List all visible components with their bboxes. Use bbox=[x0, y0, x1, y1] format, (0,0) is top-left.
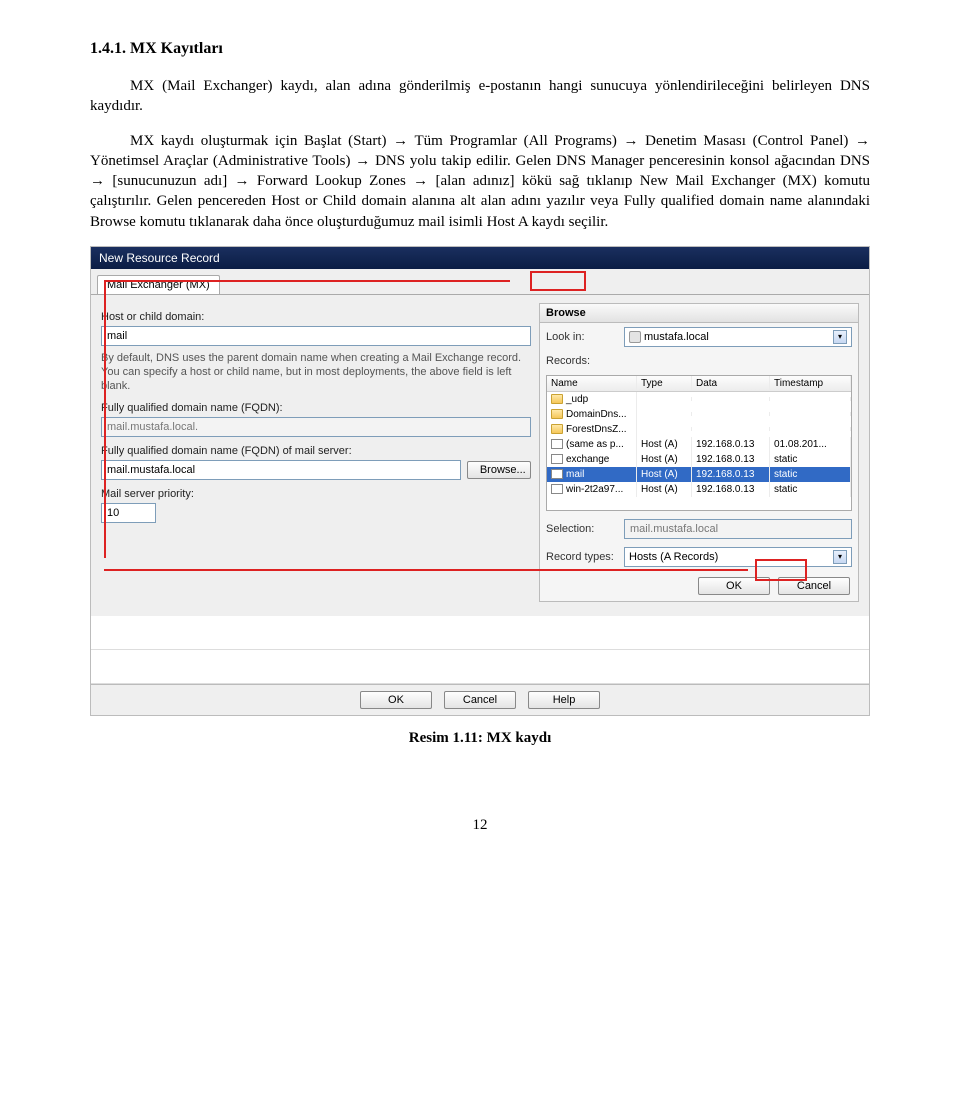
tab-mx[interactable]: Mail Exchanger (MX) bbox=[97, 275, 220, 294]
screenshot-container: New Resource Record Mail Exchanger (MX) … bbox=[90, 246, 870, 716]
row-type bbox=[637, 412, 692, 416]
lookin-value: mustafa.local bbox=[644, 331, 709, 343]
lookin-label: Look in: bbox=[546, 331, 618, 343]
row-type: Host (A) bbox=[637, 467, 692, 482]
row-data: 192.168.0.13 bbox=[692, 437, 770, 452]
table-row[interactable]: mail Host (A)192.168.0.13static bbox=[547, 467, 851, 482]
selection-input bbox=[624, 519, 852, 539]
row-data: 192.168.0.13 bbox=[692, 452, 770, 467]
table-row[interactable]: ForestDnsZ... bbox=[547, 422, 851, 437]
table-row[interactable]: exchange Host (A)192.168.0.13static bbox=[547, 452, 851, 467]
col-data[interactable]: Data bbox=[692, 376, 770, 391]
annotation-line-top bbox=[104, 280, 510, 282]
paragraph-1: MX (Mail Exchanger) kaydı, alan adına gö… bbox=[90, 76, 870, 117]
table-row[interactable]: _udp bbox=[547, 392, 851, 407]
chevron-down-icon: ▾ bbox=[833, 550, 847, 564]
records-list[interactable]: Name Type Data Timestamp _udp DomainDns..… bbox=[546, 375, 852, 511]
host-description: By default, DNS uses the parent domain n… bbox=[101, 351, 531, 394]
fqdn-label: Fully qualified domain name (FQDN): bbox=[101, 402, 531, 414]
row-name: ForestDnsZ... bbox=[566, 424, 627, 435]
file-icon bbox=[551, 484, 563, 494]
zone-icon bbox=[629, 331, 641, 343]
annotation-box-browse bbox=[530, 271, 586, 291]
row-name: win-2t2a97... bbox=[566, 484, 623, 495]
annotation-line-bottom bbox=[104, 569, 748, 571]
row-name: mail bbox=[566, 469, 584, 480]
host-input[interactable] bbox=[101, 326, 531, 346]
col-type[interactable]: Type bbox=[637, 376, 692, 391]
rectypes-select[interactable]: Hosts (A Records) ▾ bbox=[624, 547, 852, 567]
col-name[interactable]: Name bbox=[547, 376, 637, 391]
row-type bbox=[637, 397, 692, 401]
figure-caption: Resim 1.11: MX kaydı bbox=[90, 730, 870, 747]
browse-button[interactable]: Browse... bbox=[467, 461, 531, 479]
selection-label: Selection: bbox=[546, 523, 618, 535]
row-data: 192.168.0.13 bbox=[692, 467, 770, 482]
records-header: Name Type Data Timestamp bbox=[547, 376, 851, 392]
row-type: Host (A) bbox=[637, 452, 692, 467]
file-icon bbox=[551, 439, 563, 449]
row-type: Host (A) bbox=[637, 482, 692, 497]
browse-dialog: Browse Look in: mustafa.local ▾ Records:… bbox=[539, 303, 859, 602]
annotation-line-left bbox=[104, 280, 106, 558]
content-strip bbox=[91, 650, 869, 684]
file-icon bbox=[551, 454, 563, 464]
row-type: Host (A) bbox=[637, 437, 692, 452]
row-timestamp: 01.08.201... bbox=[770, 437, 851, 452]
row-data bbox=[692, 412, 770, 416]
host-label: Host or child domain: bbox=[101, 311, 531, 323]
dialog-title: New Resource Record bbox=[99, 251, 220, 265]
rectypes-value: Hosts (A Records) bbox=[629, 551, 718, 563]
table-row[interactable]: win-2t2a97... Host (A)192.168.0.13static bbox=[547, 482, 851, 497]
tab-row: Mail Exchanger (MX) bbox=[97, 275, 869, 294]
lookin-select[interactable]: mustafa.local ▾ bbox=[624, 327, 852, 347]
page-number: 12 bbox=[90, 817, 870, 834]
paragraph-2: MX kaydı oluşturmak için Başlat (Start) … bbox=[90, 131, 870, 232]
row-timestamp: static bbox=[770, 482, 851, 497]
help-button[interactable]: Help bbox=[528, 691, 600, 709]
row-name: (same as p... bbox=[566, 439, 624, 450]
folder-icon bbox=[551, 394, 563, 404]
table-row[interactable]: DomainDns... bbox=[547, 407, 851, 422]
ok-button[interactable]: OK bbox=[360, 691, 432, 709]
row-type bbox=[637, 427, 692, 431]
priority-label: Mail server priority: bbox=[101, 488, 531, 500]
dialog-titlebar: New Resource Record bbox=[91, 247, 869, 269]
chevron-down-icon: ▾ bbox=[833, 330, 847, 344]
records-label: Records: bbox=[546, 355, 618, 367]
row-name: exchange bbox=[566, 454, 609, 465]
annotation-box-ok bbox=[755, 559, 807, 581]
folder-icon bbox=[551, 409, 563, 419]
row-name: _udp bbox=[566, 394, 588, 405]
row-timestamp: static bbox=[770, 452, 851, 467]
priority-input[interactable] bbox=[101, 503, 156, 523]
file-icon bbox=[551, 469, 563, 479]
rectypes-label: Record types: bbox=[546, 551, 618, 563]
section-heading: 1.4.1. MX Kayıtları bbox=[90, 40, 870, 58]
row-timestamp bbox=[770, 427, 851, 431]
col-timestamp[interactable]: Timestamp bbox=[770, 376, 851, 391]
row-timestamp: static bbox=[770, 467, 851, 482]
table-row[interactable]: (same as p... Host (A)192.168.0.1301.08.2… bbox=[547, 437, 851, 452]
fqdn-server-label: Fully qualified domain name (FQDN) of ma… bbox=[101, 445, 531, 457]
row-data bbox=[692, 427, 770, 431]
browse-title: Browse bbox=[540, 304, 858, 323]
row-data bbox=[692, 397, 770, 401]
row-name: DomainDns... bbox=[566, 409, 627, 420]
content-strip bbox=[91, 616, 869, 650]
fqdn-input bbox=[101, 417, 531, 437]
fqdn-server-input[interactable] bbox=[101, 460, 461, 480]
folder-icon bbox=[551, 424, 563, 434]
row-timestamp bbox=[770, 397, 851, 401]
row-timestamp bbox=[770, 412, 851, 416]
dialog-button-row: OK Cancel Help bbox=[91, 684, 869, 715]
row-data: 192.168.0.13 bbox=[692, 482, 770, 497]
mx-form: Host or child domain: By default, DNS us… bbox=[101, 303, 531, 602]
cancel-button[interactable]: Cancel bbox=[444, 691, 516, 709]
